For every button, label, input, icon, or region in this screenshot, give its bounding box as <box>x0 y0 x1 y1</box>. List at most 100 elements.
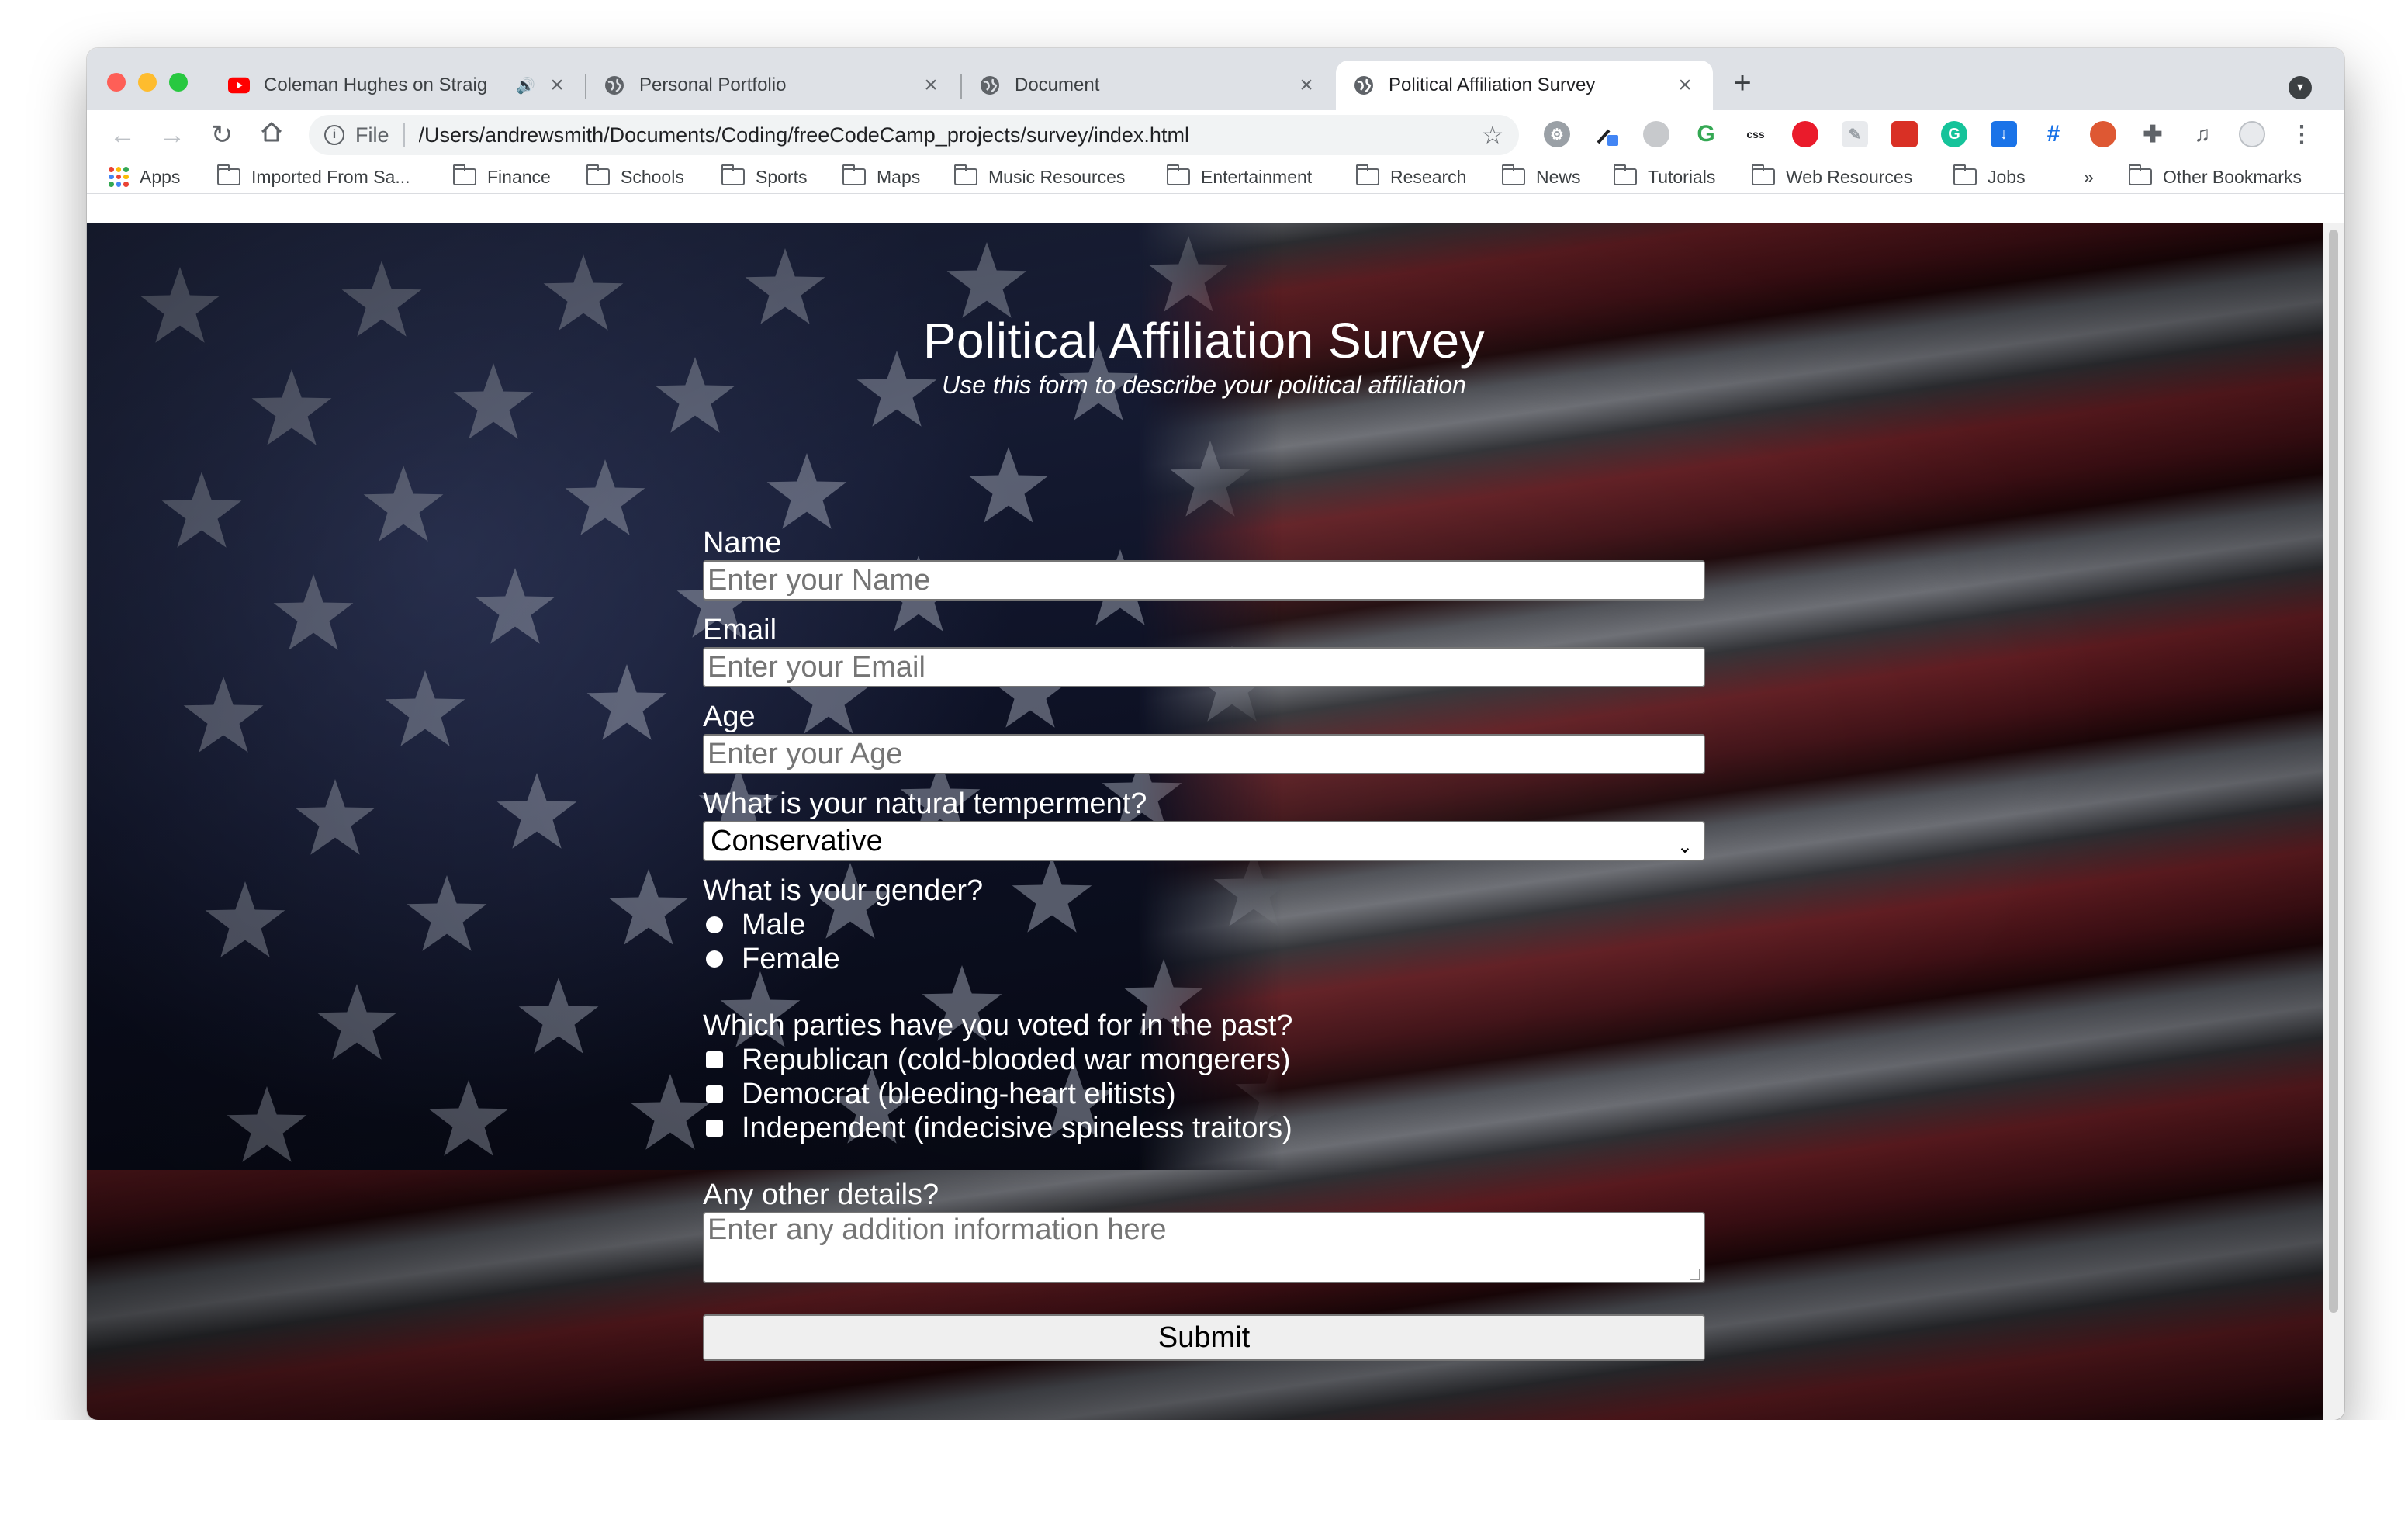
bookmark-label: Entertainment <box>1201 166 1313 187</box>
bookmark-folder-entertainment[interactable]: Entertainment <box>1166 164 1313 189</box>
parties-label: Which parties have you voted for in the … <box>703 1009 1293 1042</box>
extension-icon[interactable] <box>1643 121 1669 147</box>
close-tab-icon[interactable]: × <box>920 72 942 99</box>
tab-title: Coleman Hughes on Straig <box>264 74 488 95</box>
bookmark-label: News <box>1536 166 1581 187</box>
notes-extension-icon[interactable]: ✎ <box>1842 121 1868 147</box>
bookmark-folder-sports[interactable]: Sports <box>721 164 807 189</box>
female-radio[interactable] <box>706 950 723 968</box>
back-arrow-icon[interactable]: ← <box>107 119 138 151</box>
option-label: Democrat (bleeding-heart elitists) <box>742 1078 1176 1110</box>
bookmark-folder-tutorials[interactable]: Tutorials <box>1613 164 1716 189</box>
close-tab-icon[interactable]: × <box>1296 72 1317 99</box>
page-title: Political Affiliation Survey <box>922 313 1486 369</box>
address-bar[interactable]: i File /Users/andrewsmith/Documents/Codi… <box>309 115 1519 155</box>
zoom-window-button[interactable] <box>169 73 188 92</box>
temperament-label: What is your natural temperment? <box>703 788 1147 820</box>
submit-button[interactable]: Submit <box>703 1314 1705 1361</box>
below-window-area <box>0 1420 2408 1530</box>
male-radio[interactable] <box>706 916 723 933</box>
settings-gear-extension-icon[interactable]: ⚙ <box>1544 121 1570 147</box>
bookmark-folder-other-bookmarks[interactable]: Other Bookmarks <box>2128 164 2302 189</box>
email-input[interactable]: Enter your Email <box>703 647 1705 687</box>
shield-extension-icon[interactable] <box>1792 121 1818 147</box>
tab-document[interactable]: Document × <box>962 61 1334 110</box>
tab-personal-portfolio[interactable]: Personal Portfolio × <box>586 61 959 110</box>
tab-title: Document <box>1015 74 1100 95</box>
scheme-label: File <box>355 123 389 147</box>
bookmark-label: Finance <box>487 166 551 187</box>
survey-form: Name Enter your Name Email Enter your Em… <box>703 526 1705 1361</box>
duckduckgo-icon[interactable] <box>2090 121 2116 147</box>
kebab-menu-icon[interactable]: ⋮ <box>2289 121 2315 147</box>
gender-option-female[interactable]: Female <box>703 942 1705 976</box>
bookmark-label: Maps <box>877 166 921 187</box>
bookmark-label: Apps <box>140 166 181 187</box>
age-input[interactable]: Enter your Age <box>703 734 1705 774</box>
download-extension-icon[interactable]: ↓ <box>1991 121 2017 147</box>
vertical-scrollbar[interactable] <box>2323 223 2344 1420</box>
css-extension-icon[interactable]: css <box>1742 121 1769 147</box>
puzzle-extensions-icon[interactable]: ✚ <box>2140 121 2166 147</box>
folder-icon <box>953 164 977 185</box>
bookmarks-overflow-button[interactable]: » <box>2084 164 2094 189</box>
tab-search-icon[interactable]: ▾ <box>2289 76 2312 99</box>
party-option-democrat[interactable]: Democrat (bleeding-heart elitists) <box>703 1077 1705 1111</box>
grid-extension-icon[interactable]: # <box>2040 121 2067 147</box>
tab-political-affiliation-survey[interactable]: Political Affiliation Survey × <box>1336 61 1713 110</box>
bookmark-folder-research[interactable]: Research <box>1355 164 1466 189</box>
eyedropper-extension-icon[interactable] <box>1593 121 1620 147</box>
bookmark-star-icon[interactable]: ☆ <box>1477 120 1508 150</box>
resize-grip-icon[interactable] <box>1690 1269 1700 1280</box>
minimize-window-button[interactable] <box>138 73 157 92</box>
details-textarea[interactable]: Enter any addition information here <box>703 1212 1705 1283</box>
independent-checkbox[interactable] <box>706 1120 723 1137</box>
profile-avatar[interactable] <box>2239 121 2265 147</box>
tab-coleman-hughes[interactable]: Coleman Hughes on Straig 🔊 × <box>211 61 585 110</box>
democrat-checkbox[interactable] <box>706 1085 723 1102</box>
home-icon[interactable] <box>256 119 287 151</box>
republican-checkbox[interactable] <box>706 1051 723 1068</box>
party-option-independent[interactable]: Independent (indecisive spineless traito… <box>703 1111 1705 1145</box>
bookmark-label: Schools <box>621 166 684 187</box>
close-window-button[interactable] <box>107 73 126 92</box>
bookmark-folder-schools[interactable]: Schools <box>586 164 684 189</box>
reload-icon[interactable]: ↻ <box>206 119 237 151</box>
bookmark-folder-jobs[interactable]: Jobs <box>1953 164 2026 189</box>
bookmark-folder-maps[interactable]: Maps <box>842 164 920 189</box>
bookmark-label: Imported From Sa... <box>251 166 410 187</box>
party-option-republican[interactable]: Republican (cold-blooded war mongerers) <box>703 1043 1705 1077</box>
close-tab-icon[interactable]: × <box>1674 72 1696 99</box>
media-playlist-icon[interactable]: ♫ <box>2189 121 2216 147</box>
bookmark-extension-icon[interactable] <box>1891 121 1918 147</box>
folder-icon <box>2128 164 2152 185</box>
new-tab-button[interactable]: + <box>1724 65 1761 102</box>
bookmark-label: Tutorials <box>1648 166 1716 187</box>
bookmark-label: Jobs <box>1988 166 2026 187</box>
info-icon[interactable]: i <box>324 125 344 145</box>
speaker-icon[interactable]: 🔊 <box>516 76 535 95</box>
toolbar: ← → ↻ i File /Users/andrewsmith/Document… <box>87 110 2344 160</box>
name-input[interactable]: Enter your Name <box>703 560 1705 601</box>
close-tab-icon[interactable]: × <box>546 72 568 99</box>
bookmark-folder-web-resources[interactable]: Web Resources <box>1751 164 1912 189</box>
bookmark-folder-imported[interactable]: Imported From Sa... <box>216 164 410 189</box>
bookmark-folder-music-resources[interactable]: Music Resources <box>953 164 1125 189</box>
forward-arrow-icon[interactable]: → <box>157 119 188 151</box>
grammarly-icon[interactable]: G <box>1941 121 1967 147</box>
bookmarks-bar: Apps Imported From Sa... Finance Schools… <box>87 160 2344 194</box>
url-text[interactable]: /Users/andrewsmith/Documents/Coding/free… <box>419 123 1477 147</box>
folder-icon <box>1166 164 1190 185</box>
gender-option-male[interactable]: Male <box>703 908 1705 942</box>
grammar-g-extension-icon[interactable]: G <box>1693 121 1719 147</box>
temperament-select[interactable]: Conservative ⌄ <box>703 821 1705 861</box>
folder-icon <box>1355 164 1379 185</box>
bookmark-folder-finance[interactable]: Finance <box>452 164 551 189</box>
temperament-selected-value: Conservative <box>711 825 883 857</box>
bookmark-apps[interactable]: Apps <box>109 164 180 189</box>
bookmark-folder-news[interactable]: News <box>1501 164 1581 189</box>
